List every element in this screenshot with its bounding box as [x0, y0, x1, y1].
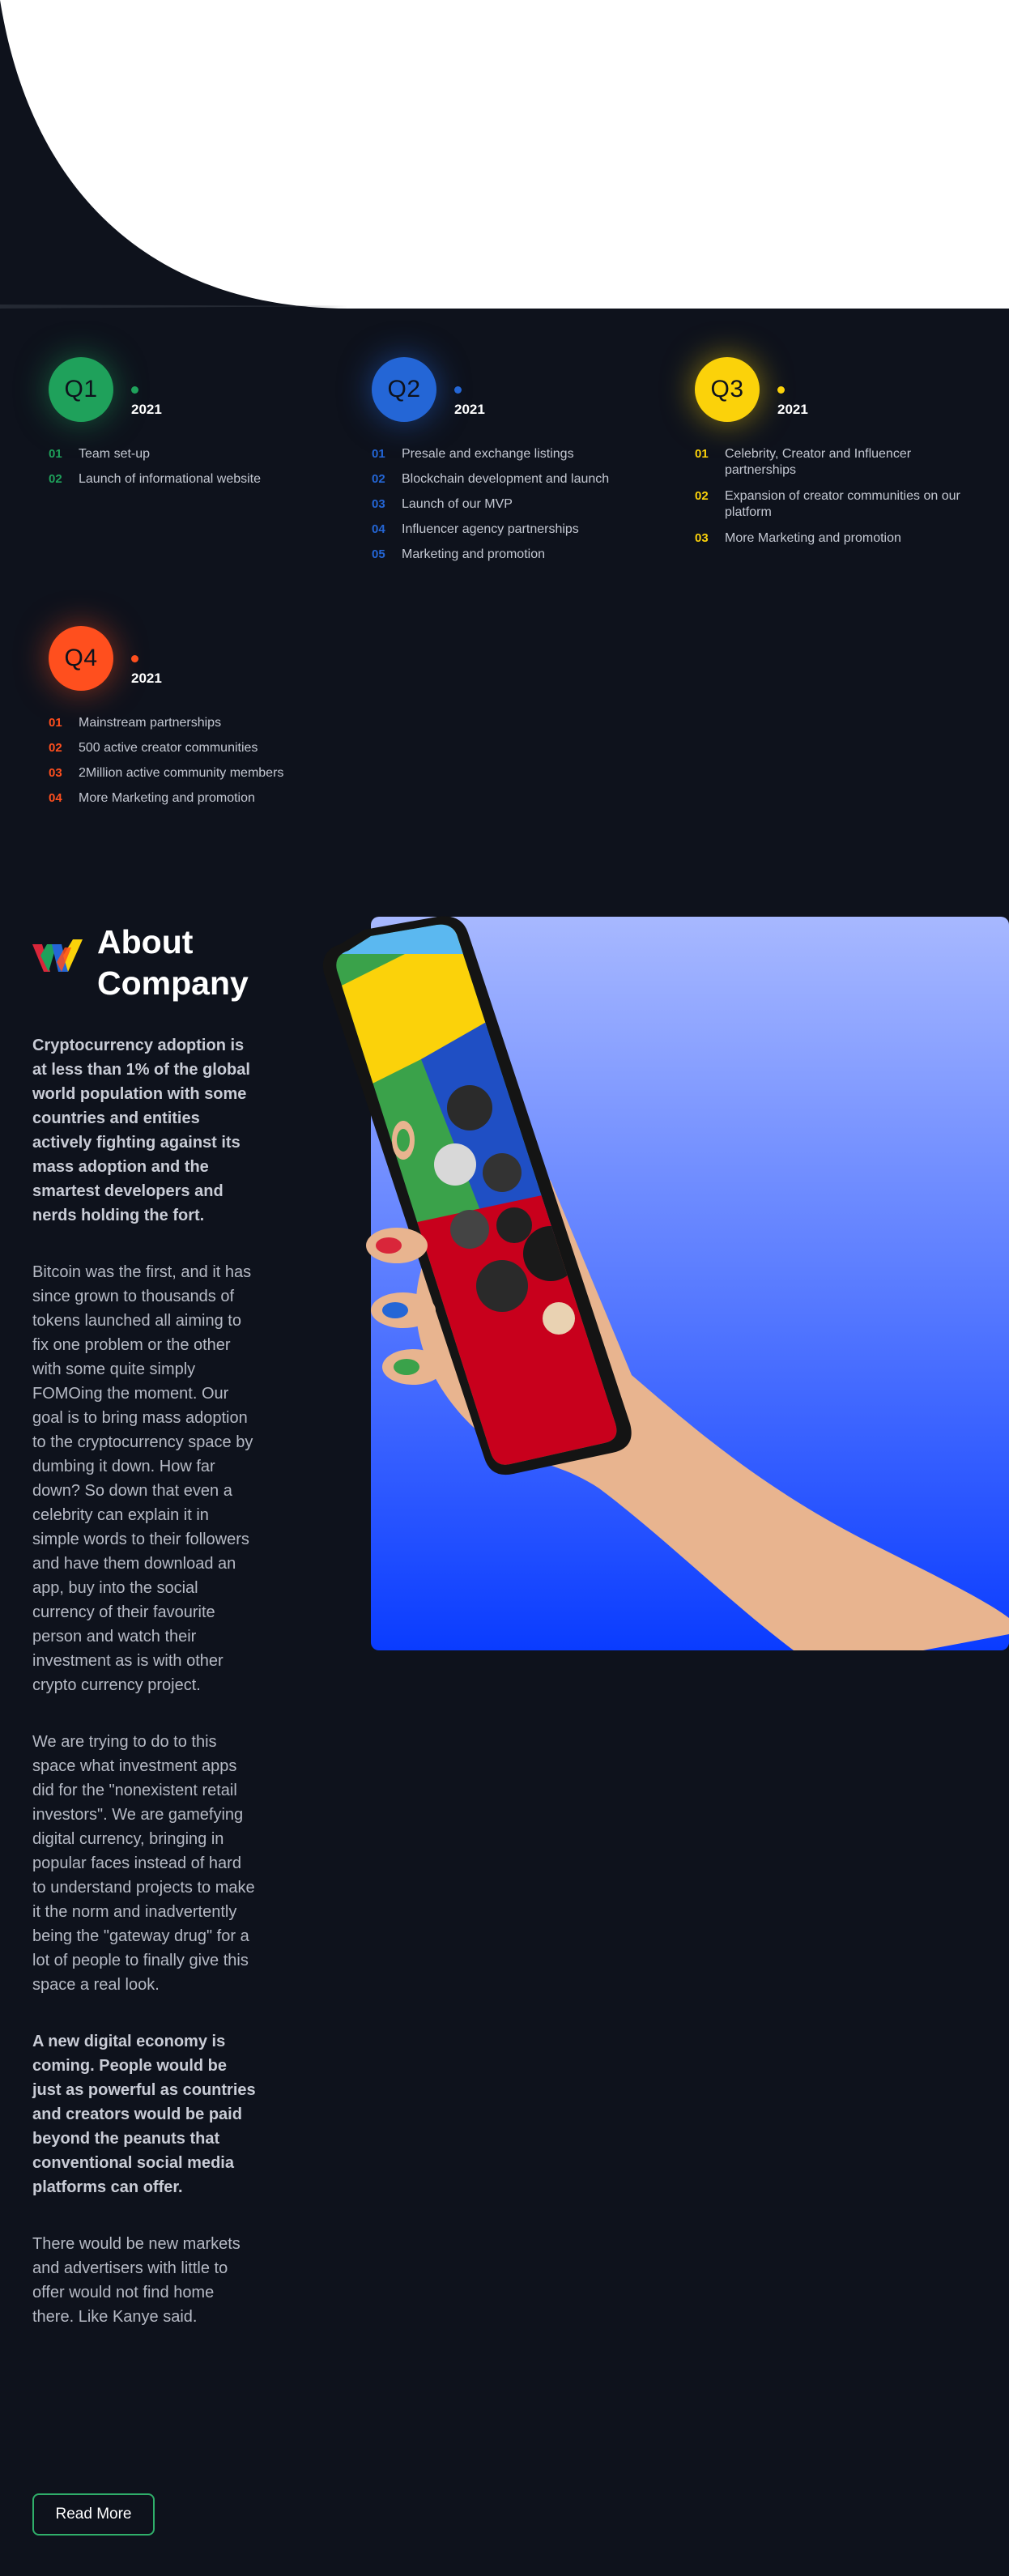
item-number: 02: [49, 741, 62, 755]
list-item: 03 Launch of our MVP: [372, 496, 647, 513]
item-number: 02: [49, 472, 62, 486]
about-paragraph: A new digital economy is coming. People …: [32, 2033, 256, 2196]
read-more-button[interactable]: Read More: [32, 2493, 155, 2536]
roadmap-q3: Q3 2021 01 Celebrity, Creator and Influen…: [695, 357, 970, 556]
item-number: 02: [372, 472, 385, 486]
item-number: 01: [695, 447, 709, 461]
about-paragraph: Cryptocurrency adoption is at less than …: [32, 1037, 250, 1224]
list-item: 04 Influencer agency partnerships: [372, 522, 647, 538]
quarter-badge: Q3: [695, 357, 760, 422]
milestone-list: 01 Mainstream partnerships 02 500 active c…: [49, 715, 340, 807]
list-item: 03 More Marketing and promotion: [695, 530, 970, 547]
quarter-year: 2021: [131, 402, 162, 417]
item-text: More Marketing and promotion: [725, 531, 901, 545]
item-text: Celebrity, Creator and Influencer partne…: [725, 447, 912, 477]
item-number: 03: [372, 497, 385, 511]
item-text: Blockchain development and launch: [402, 472, 610, 486]
item-number: 01: [49, 447, 62, 461]
w-logo-icon: [32, 939, 83, 972]
item-number: 01: [372, 447, 385, 461]
item-text: Mainstream partnerships: [79, 716, 222, 730]
quarter-badge: Q2: [372, 357, 436, 422]
item-text: Influencer agency partnerships: [402, 522, 579, 536]
nail: [376, 1237, 402, 1254]
milestone-list: 01 Celebrity, Creator and Influencer part…: [695, 446, 970, 547]
item-number: 03: [695, 531, 709, 545]
milestone-list: 01 Team set-up 02 Launch of informational …: [49, 446, 324, 488]
quarter-badge: Q1: [49, 357, 113, 422]
about-paragraph: We are trying to do to this space what i…: [32, 1733, 255, 1994]
item-number: 04: [372, 522, 385, 536]
item-text: 500 active creator communities: [79, 741, 258, 755]
milestone-list: 01 Presale and exchange listings 02 Blockc…: [372, 446, 647, 563]
about-text: Cryptocurrency adoption is at less than …: [32, 1033, 258, 2361]
item-number: 05: [372, 547, 385, 561]
quarter-year: 2021: [454, 402, 485, 417]
item-number: 04: [49, 791, 62, 805]
roadmap-q4: Q4 2021 01 Mainstream partnerships 02 500 …: [49, 626, 340, 815]
nail: [394, 1359, 419, 1375]
roadmap-q1: Q1 2021 01 Team set-up 02 Launch of inform…: [49, 357, 324, 496]
item-text: More Marketing and promotion: [79, 791, 255, 805]
list-item: 03 2Million active community members: [49, 765, 340, 781]
about-paragraph: There would be new markets and advertise…: [32, 2235, 241, 2326]
status-dot: [131, 386, 138, 394]
quarter-badge: Q4: [49, 626, 113, 691]
quarter-year: 2021: [777, 402, 808, 417]
item-text: 2Million active community members: [79, 766, 284, 780]
item-text: Team set-up: [79, 447, 151, 461]
item-text: Launch of our MVP: [402, 497, 513, 511]
phone-in-hand-illustration: [322, 916, 1009, 1650]
item-number: 02: [695, 489, 709, 503]
status-dot: [131, 655, 138, 662]
list-item: 04 More Marketing and promotion: [49, 790, 340, 807]
list-item: 01 Celebrity, Creator and Influencer part…: [695, 446, 970, 479]
item-text: Marketing and promotion: [402, 547, 545, 561]
about-paragraph: Bitcoin was the first, and it has since …: [32, 1263, 253, 1694]
roadmap-q2: Q2 2021 01 Presale and exchange listings …: [372, 357, 647, 572]
list-item: 01 Team set-up: [49, 446, 324, 462]
item-number: 03: [49, 766, 62, 780]
white-curve-shape: [0, 0, 1009, 309]
status-dot: [777, 386, 785, 394]
item-number: 01: [49, 716, 62, 730]
list-item: 02 Blockchain development and launch: [372, 471, 647, 488]
item-text: Launch of informational website: [79, 472, 262, 486]
list-item: 05 Marketing and promotion: [372, 547, 647, 563]
list-item: 02 Expansion of creator communities on ou…: [695, 488, 970, 521]
list-item: 01 Mainstream partnerships: [49, 715, 340, 731]
quarter-year: 2021: [131, 671, 162, 686]
list-item: 01 Presale and exchange listings: [372, 446, 647, 462]
list-item: 02 500 active creator communities: [49, 740, 340, 756]
item-text: Expansion of creator communities on our …: [725, 489, 960, 519]
nail: [382, 1302, 408, 1318]
title-line: Company: [97, 964, 249, 1002]
nail: [397, 1129, 410, 1152]
item-text: Presale and exchange listings: [402, 447, 574, 461]
title-line: About: [97, 923, 194, 960]
list-item: 02 Launch of informational website: [49, 471, 324, 488]
hero-bottom-decoration: [0, 0, 1009, 309]
section-title: About Company: [97, 922, 275, 1004]
status-dot: [454, 386, 462, 394]
